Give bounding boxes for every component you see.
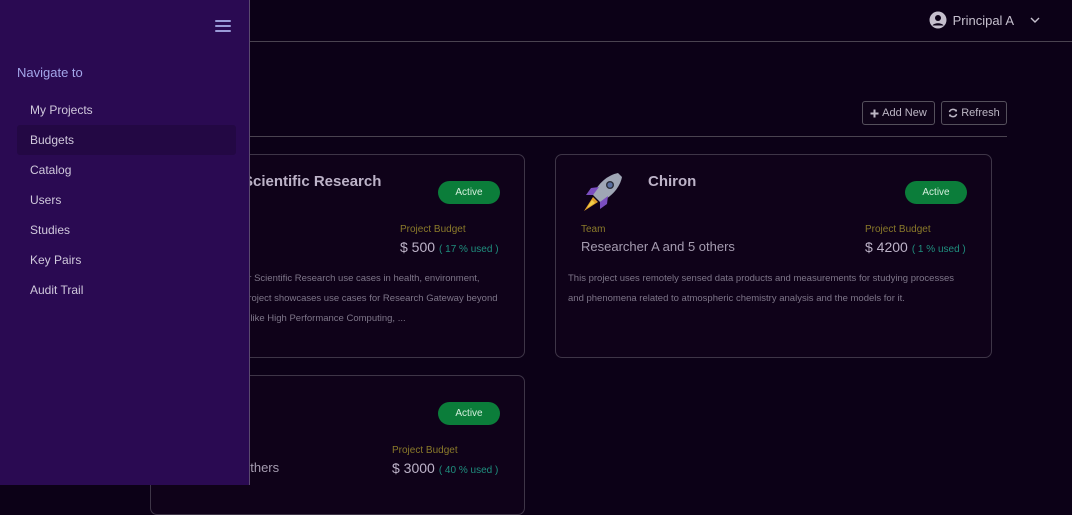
budget-used: ( 40 % used ) [438, 465, 499, 476]
sidebar: Navigate to My Projects Budgets Catalog … [0, 0, 250, 485]
sidebar-nav: My Projects Budgets Catalog Users Studie… [17, 95, 236, 305]
user-menu[interactable]: Principal A [929, 11, 1042, 29]
project-title: Scientific Research [243, 173, 382, 190]
plus-icon [870, 109, 879, 117]
budget-amount: $ 3000 [392, 460, 435, 476]
budget-value: $ 500( 17 % used ) [400, 239, 499, 255]
chevron-down-icon [1030, 17, 1040, 23]
project-card[interactable]: Chiron Active Team Researcher A and 5 ot… [555, 154, 992, 358]
sidebar-item-users[interactable]: Users [17, 185, 236, 215]
budget-used: ( 1 % used ) [911, 244, 966, 255]
sidebar-title: Navigate to [17, 65, 83, 80]
budget-value: $ 3000( 40 % used ) [392, 460, 498, 476]
team-label: Team [581, 224, 606, 235]
sidebar-item-studies[interactable]: Studies [17, 215, 236, 245]
project-description: This project uses remotely sensed data p… [568, 269, 954, 309]
refresh-icon [948, 108, 958, 118]
sidebar-item-catalog[interactable]: Catalog [17, 155, 236, 185]
hamburger-menu-icon[interactable] [215, 20, 231, 34]
sidebar-item-budgets[interactable]: Budgets [17, 125, 236, 155]
user-name: Principal A [952, 12, 1014, 28]
description-line: and phenomena related to atmospheric che… [568, 293, 905, 304]
team-value: Researcher A and 5 others [581, 239, 735, 254]
sidebar-item-my-projects[interactable]: My Projects [17, 95, 236, 125]
budget-label: Project Budget [392, 445, 458, 456]
sidebar-item-key-pairs[interactable]: Key Pairs [17, 245, 236, 275]
description-line: or Scientific Research use cases in heal… [243, 273, 480, 284]
user-avatar-icon [929, 11, 947, 29]
status-badge: Active [438, 181, 500, 204]
budget-amount: $ 4200 [865, 239, 908, 255]
add-new-label: Add New [882, 107, 927, 119]
budget-value: $ 4200( 1 % used ) [865, 239, 966, 255]
project-title: Chiron [648, 173, 697, 190]
refresh-button[interactable]: Refresh [941, 101, 1007, 125]
description-line: project showcases use cases for Research… [243, 293, 498, 304]
status-badge: Active [438, 402, 500, 425]
description-line: This project uses remotely sensed data p… [568, 273, 954, 284]
description-line: s like High Performance Computing, ... [243, 313, 406, 324]
add-new-button[interactable]: Add New [862, 101, 935, 125]
sidebar-item-audit-trail[interactable]: Audit Trail [17, 275, 236, 305]
toolbar-divider [250, 136, 1007, 137]
budget-label: Project Budget [865, 224, 931, 235]
budget-amount: $ 500 [400, 239, 436, 255]
budget-used: ( 17 % used ) [439, 244, 499, 255]
rocket-icon [584, 173, 622, 211]
refresh-label: Refresh [961, 107, 1000, 119]
budget-label: Project Budget [400, 224, 466, 235]
status-badge: Active [905, 181, 967, 204]
project-description: or Scientific Research use cases in heal… [243, 269, 498, 329]
